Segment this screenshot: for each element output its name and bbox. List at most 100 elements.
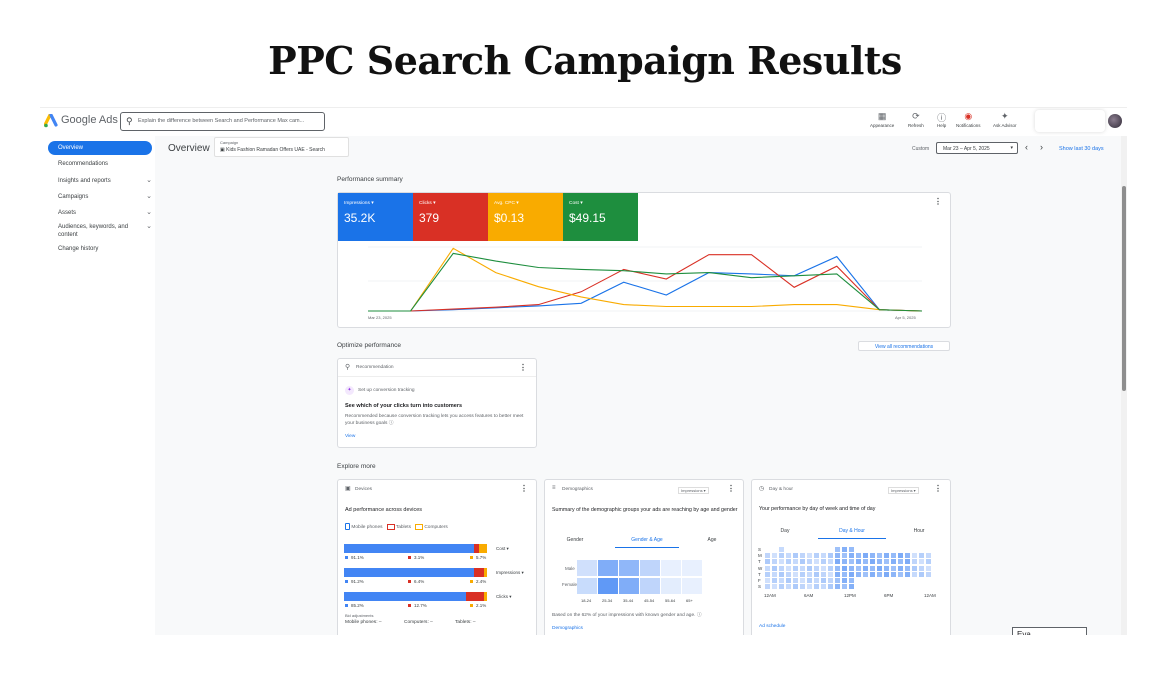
day-hour-cell[interactable] xyxy=(842,578,847,583)
tab-gender[interactable]: Gender xyxy=(560,537,590,543)
day-hour-cell[interactable] xyxy=(814,571,819,577)
day-hour-cell[interactable] xyxy=(905,553,910,559)
metric-clicks[interactable]: Clicks ▾ 379 xyxy=(413,193,488,241)
day-hour-cell[interactable] xyxy=(835,565,840,571)
day-hour-cell[interactable] xyxy=(849,571,854,577)
device-metric-select[interactable]: Clicks ▾ xyxy=(496,594,512,600)
day-hour-cell[interactable] xyxy=(828,584,833,590)
day-hour-cell[interactable] xyxy=(905,565,910,571)
day-hour-cell[interactable] xyxy=(786,584,791,590)
day-hour-cell[interactable] xyxy=(884,571,889,577)
sidebar-item-audiences[interactable]: Audiences, keywords, and content ⌄ xyxy=(58,223,152,239)
tab-day[interactable]: Day xyxy=(774,528,796,534)
more-options-icon[interactable]: ⋮ xyxy=(934,197,942,206)
day-hour-cell[interactable] xyxy=(877,559,882,565)
day-hour-cell[interactable] xyxy=(828,578,833,583)
day-hour-metric-select[interactable]: Impressions ▾ xyxy=(888,487,919,494)
day-hour-cell[interactable] xyxy=(905,571,910,577)
day-hour-cell[interactable] xyxy=(779,578,784,583)
ad-schedule-link[interactable]: Ad schedule xyxy=(759,624,785,629)
day-hour-cell[interactable] xyxy=(926,559,931,565)
day-hour-cell[interactable] xyxy=(807,559,812,565)
device-metric-select[interactable]: Impressions ▾ xyxy=(496,570,524,576)
day-hour-cell[interactable] xyxy=(856,571,861,577)
day-hour-cell[interactable] xyxy=(821,559,826,565)
day-hour-cell[interactable] xyxy=(898,565,903,571)
heatmap-cell[interactable] xyxy=(598,578,618,594)
day-hour-cell[interactable] xyxy=(807,565,812,571)
tab-gender-age[interactable]: Gender & Age xyxy=(615,537,679,548)
day-hour-cell[interactable] xyxy=(863,559,868,565)
day-hour-cell[interactable] xyxy=(793,578,798,583)
day-hour-cell[interactable] xyxy=(800,553,805,559)
day-hour-cell[interactable] xyxy=(828,565,833,571)
day-hour-cell[interactable] xyxy=(814,565,819,571)
day-hour-cell[interactable] xyxy=(800,571,805,577)
day-hour-cell[interactable] xyxy=(912,553,917,559)
day-hour-cell[interactable] xyxy=(779,565,784,571)
day-hour-cell[interactable] xyxy=(891,565,896,571)
heatmap-cell[interactable] xyxy=(682,560,702,576)
day-hour-cell[interactable] xyxy=(828,559,833,565)
day-hour-cell[interactable] xyxy=(814,553,819,559)
day-hour-cell[interactable] xyxy=(884,565,889,571)
day-hour-cell[interactable] xyxy=(772,571,777,577)
heatmap-cell[interactable] xyxy=(640,578,660,594)
day-hour-cell[interactable] xyxy=(835,547,840,552)
day-hour-cell[interactable] xyxy=(891,553,896,559)
day-hour-cell[interactable] xyxy=(849,578,854,583)
day-hour-cell[interactable] xyxy=(891,571,896,577)
sidebar-item-assets[interactable]: Assets ⌄ xyxy=(58,209,152,217)
eva-input[interactable]: Eva xyxy=(1012,627,1087,635)
day-hour-cell[interactable] xyxy=(821,553,826,559)
campaign-selector[interactable]: Campaign ▣ Kids Fashion Ramadan Offers U… xyxy=(214,137,349,157)
day-hour-cell[interactable] xyxy=(828,553,833,559)
day-hour-cell[interactable] xyxy=(849,559,854,565)
day-hour-cell[interactable] xyxy=(842,559,847,565)
heatmap-cell[interactable] xyxy=(682,578,702,594)
day-hour-cell[interactable] xyxy=(779,584,784,590)
demographics-link[interactable]: Demographics xyxy=(552,626,583,631)
day-hour-cell[interactable] xyxy=(765,578,770,583)
day-hour-cell[interactable] xyxy=(905,559,910,565)
day-hour-cell[interactable] xyxy=(779,571,784,577)
day-hour-cell[interactable] xyxy=(912,559,917,565)
day-hour-cell[interactable] xyxy=(835,578,840,583)
day-hour-cell[interactable] xyxy=(793,559,798,565)
more-options-icon[interactable]: ⋮ xyxy=(727,484,735,493)
day-hour-cell[interactable] xyxy=(898,559,903,565)
view-recommendation-link[interactable]: View xyxy=(345,434,355,439)
more-options-icon[interactable]: ⋮ xyxy=(934,484,942,493)
account-switcher[interactable] xyxy=(1035,110,1105,132)
date-range-select[interactable]: Mar 23 – Apr 5, 2025 ▾ xyxy=(936,142,1018,154)
tab-age[interactable]: Age xyxy=(697,537,727,543)
day-hour-cell[interactable] xyxy=(772,578,777,583)
day-hour-cell[interactable] xyxy=(821,578,826,583)
day-hour-cell[interactable] xyxy=(821,565,826,571)
sidebar-item-change-history[interactable]: Change history xyxy=(58,245,152,253)
day-hour-cell[interactable] xyxy=(877,571,882,577)
day-hour-cell[interactable] xyxy=(793,553,798,559)
day-hour-cell[interactable] xyxy=(821,584,826,590)
day-hour-cell[interactable] xyxy=(842,553,847,559)
day-hour-cell[interactable] xyxy=(786,559,791,565)
day-hour-cell[interactable] xyxy=(842,571,847,577)
day-hour-cell[interactable] xyxy=(919,553,924,559)
day-hour-cell[interactable] xyxy=(898,553,903,559)
demographics-metric-select[interactable]: Impressions ▾ xyxy=(678,487,709,494)
day-hour-cell[interactable] xyxy=(870,565,875,571)
day-hour-cell[interactable] xyxy=(786,553,791,559)
day-hour-cell[interactable] xyxy=(779,547,784,552)
day-hour-cell[interactable] xyxy=(765,559,770,565)
day-hour-cell[interactable] xyxy=(835,584,840,590)
notifications-button[interactable]: ◉ Notifications xyxy=(956,111,981,128)
metric-cost[interactable]: Cost ▾ $49.15 xyxy=(563,193,638,241)
heatmap-cell[interactable] xyxy=(619,578,639,594)
day-hour-cell[interactable] xyxy=(849,553,854,559)
day-hour-cell[interactable] xyxy=(779,559,784,565)
day-hour-cell[interactable] xyxy=(765,584,770,590)
day-hour-cell[interactable] xyxy=(821,571,826,577)
day-hour-cell[interactable] xyxy=(919,565,924,571)
day-hour-cell[interactable] xyxy=(898,571,903,577)
day-hour-cell[interactable] xyxy=(926,571,931,577)
